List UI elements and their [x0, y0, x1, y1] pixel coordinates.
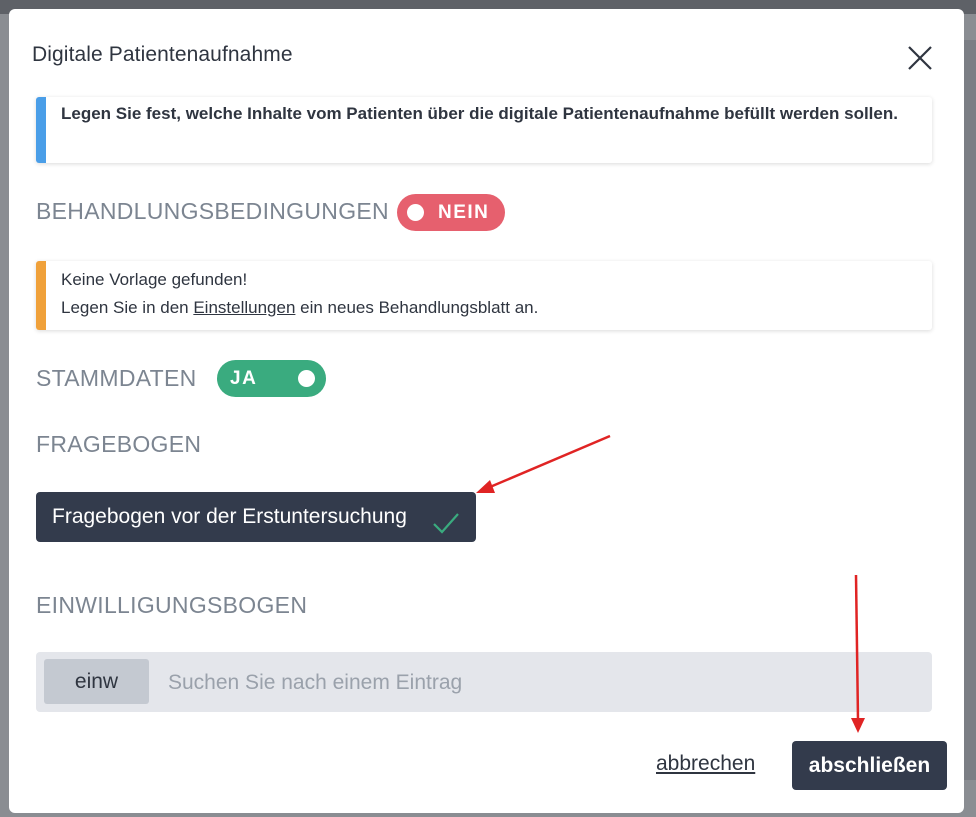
arrow-to-finish-button	[851, 574, 865, 733]
annotation-arrows	[476, 434, 865, 733]
arrow-to-fragebogen	[476, 434, 611, 493]
